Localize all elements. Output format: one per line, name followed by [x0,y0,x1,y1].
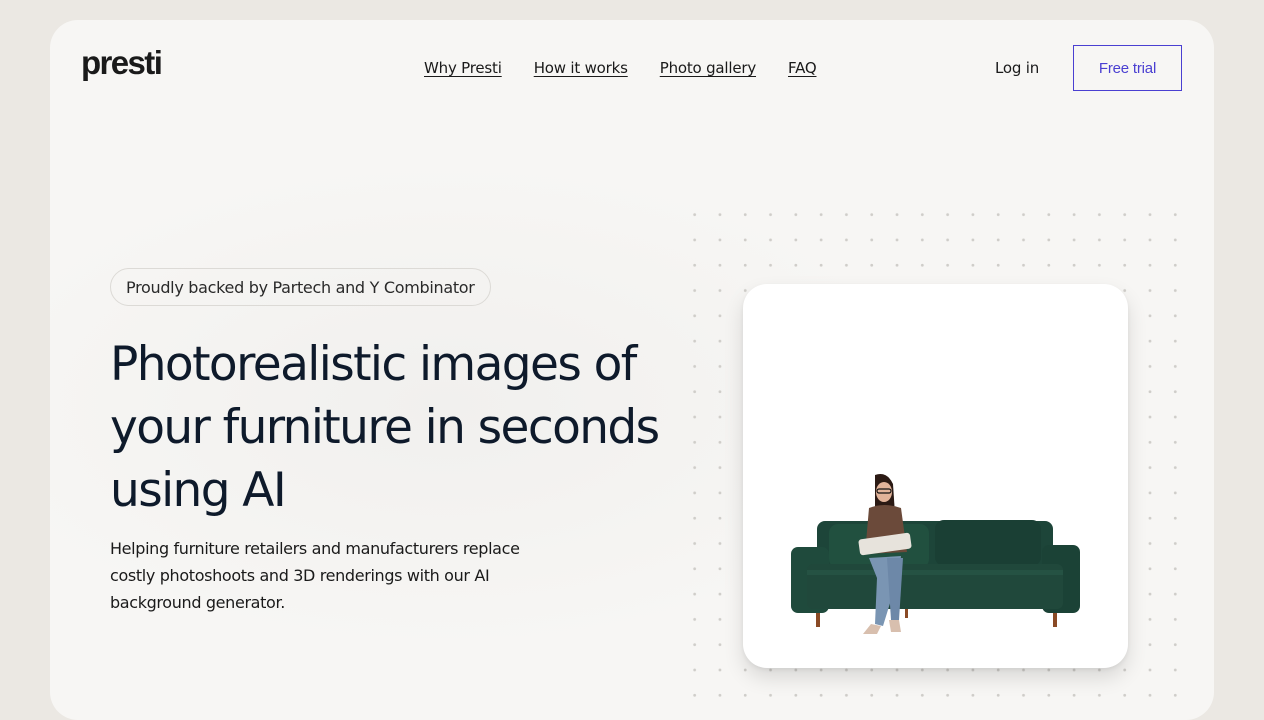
hero-headline: Photorealistic images of your furniture … [110,337,660,518]
login-link[interactable]: Log in [995,59,1039,77]
hero-frame: presti Why Presti How it works Photo gal… [50,20,1214,720]
nav-link-why-presti[interactable]: Why Presti [424,59,502,77]
backers-badge: Proudly backed by Partech and Y Combinat… [110,268,491,306]
presti-logo[interactable]: presti [81,46,163,79]
nav-link-photo-gallery[interactable]: Photo gallery [660,59,756,77]
free-trial-button[interactable]: Free trial [1073,45,1182,91]
person-face [876,482,892,502]
backers-badge-text: Proudly backed by Partech and Y Combinat… [126,277,475,297]
hero-subtext: Helping furniture retailers and manufact… [110,539,520,612]
sofa-with-person-image [791,474,1080,634]
product-image-card [743,284,1128,668]
main-nav: Why Presti How it works Photo gallery FA… [424,59,817,77]
nav-link-how-it-works[interactable]: How it works [534,59,628,77]
person-shoe [889,620,901,632]
person-shoe [863,624,881,634]
nav-link-faq[interactable]: FAQ [788,59,817,77]
sofa-cushion [935,520,1041,566]
